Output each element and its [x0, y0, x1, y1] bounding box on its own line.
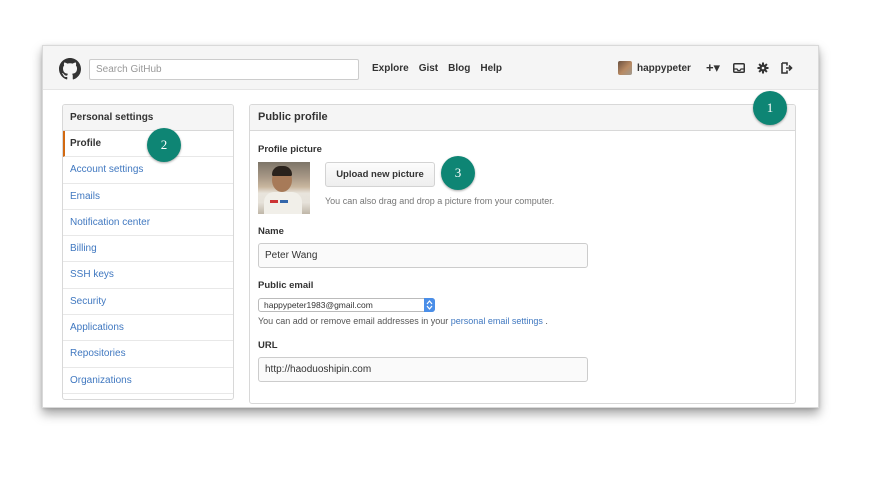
callout-badge-1: 1: [753, 91, 787, 125]
public-profile-panel: Public profile Profile picture Upload ne…: [249, 104, 796, 404]
upload-hint: You can also drag and drop a picture fro…: [325, 196, 555, 206]
plus-icon[interactable]: +▾: [703, 60, 723, 76]
profile-picture-label: Profile picture: [258, 144, 322, 155]
sidebar-item-ssh-keys[interactable]: SSH keys: [63, 262, 233, 289]
public-email-value: happypeter1983@gmail.com: [264, 300, 373, 310]
public-email-label: Public email: [258, 280, 314, 291]
callout-badge-3: 3: [441, 156, 475, 190]
sign-out-icon[interactable]: [779, 60, 795, 76]
profile-picture: [258, 162, 310, 214]
sidebar-item-notification-center[interactable]: Notification center: [63, 210, 233, 237]
sidebar-title: Personal settings: [63, 105, 233, 131]
inbox-icon[interactable]: [731, 60, 747, 76]
user-menu[interactable]: happypeter: [618, 61, 691, 75]
sidebar-item-emails[interactable]: Emails: [63, 184, 233, 210]
avatar[interactable]: [618, 61, 632, 75]
nav-blog-link[interactable]: Blog: [448, 63, 470, 74]
page-title: Public profile: [250, 105, 795, 131]
name-field[interactable]: [258, 243, 588, 268]
sidebar-item-organizations[interactable]: Organizations: [63, 368, 233, 394]
sidebar-item-repositories[interactable]: Repositories: [63, 341, 233, 368]
sidebar-item-account-settings[interactable]: Account settings: [63, 157, 233, 184]
username-label[interactable]: happypeter: [637, 63, 691, 74]
upload-picture-button[interactable]: Upload new picture: [325, 162, 435, 187]
top-navigation-bar: Explore Gist Blog Help happypeter +▾: [43, 46, 818, 90]
select-arrows-icon: [424, 298, 435, 312]
callout-badge-2: 2: [147, 128, 181, 162]
sidebar-item-applications[interactable]: Applications: [63, 315, 233, 342]
url-label: URL: [258, 340, 278, 351]
email-note: You can add or remove email addresses in…: [258, 316, 548, 326]
email-note-suffix: .: [545, 316, 548, 326]
gear-icon[interactable]: [755, 60, 771, 76]
search-input[interactable]: [89, 59, 359, 80]
public-email-select[interactable]: happypeter1983@gmail.com: [258, 298, 435, 312]
nav-help-link[interactable]: Help: [480, 63, 502, 74]
personal-email-settings-link[interactable]: personal email settings: [451, 316, 543, 326]
nav-gist-link[interactable]: Gist: [419, 63, 438, 74]
nav-explore-link[interactable]: Explore: [372, 63, 409, 74]
name-label: Name: [258, 226, 284, 237]
sidebar-item-security[interactable]: Security: [63, 289, 233, 316]
email-note-prefix: You can add or remove email addresses in…: [258, 316, 449, 326]
github-octocat-icon[interactable]: [59, 58, 81, 80]
main-nav: Explore Gist Blog Help: [372, 63, 502, 74]
browser-window: Explore Gist Blog Help happypeter +▾ Per…: [42, 45, 819, 408]
url-field[interactable]: [258, 357, 588, 382]
sidebar-item-billing[interactable]: Billing: [63, 236, 233, 263]
